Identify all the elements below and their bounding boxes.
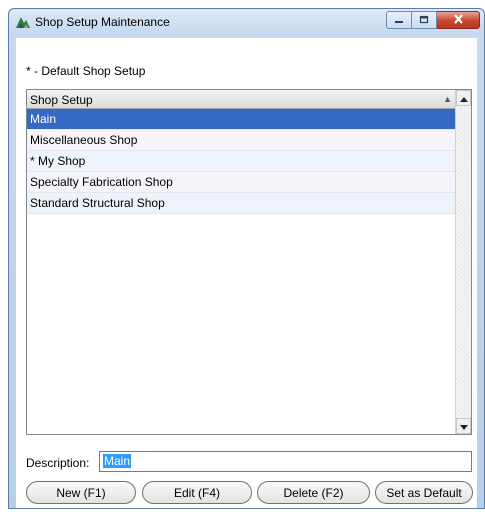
- window-title: Shop Setup Maintenance: [35, 15, 170, 29]
- description-value: Main: [103, 454, 132, 468]
- column-header-shop-setup[interactable]: Shop Setup ▲: [27, 90, 456, 109]
- scroll-up-button[interactable]: [456, 90, 471, 106]
- list-rows: Main Miscellaneous Shop * My Shop Specia…: [27, 109, 456, 214]
- minimize-button[interactable]: [386, 11, 412, 29]
- set-as-default-button[interactable]: Set as Default: [375, 481, 473, 504]
- list-item-specialty-fabrication-shop[interactable]: Specialty Fabrication Shop: [27, 172, 456, 193]
- maximize-icon: [419, 13, 429, 27]
- scroll-down-button[interactable]: [456, 418, 471, 434]
- description-input[interactable]: Main: [99, 451, 472, 472]
- close-icon: [453, 13, 464, 27]
- new-button[interactable]: New (F1): [26, 481, 136, 504]
- caption-buttons: [386, 11, 480, 30]
- list-item-miscellaneous-shop[interactable]: Miscellaneous Shop: [27, 130, 456, 151]
- list-item-main[interactable]: Main: [27, 109, 456, 130]
- shop-setup-window: Shop Setup Maintenance * - Default Shop …: [8, 8, 485, 509]
- shop-setup-list[interactable]: Shop Setup ▲ Main Miscellaneous Shop * M…: [26, 89, 472, 435]
- edit-button[interactable]: Edit (F4): [142, 481, 252, 504]
- dialog-client-area: * - Default Shop Setup Shop Setup ▲ Main…: [16, 38, 477, 508]
- delete-button[interactable]: Delete (F2): [257, 481, 370, 504]
- default-legend: * - Default Shop Setup: [26, 64, 146, 78]
- column-header-label: Shop Setup: [30, 93, 93, 107]
- list-item-standard-structural-shop[interactable]: Standard Structural Shop: [27, 193, 456, 214]
- arrow-down-icon: [459, 419, 468, 433]
- minimize-icon: [394, 13, 404, 27]
- close-button[interactable]: [437, 11, 480, 29]
- title-bar[interactable]: Shop Setup Maintenance: [9, 9, 484, 35]
- shop-setup-app-icon: [15, 15, 31, 29]
- arrow-up-icon: [459, 91, 468, 105]
- sort-ascending-icon: ▲: [443, 94, 452, 104]
- list-item-my-shop[interactable]: * My Shop: [27, 151, 456, 172]
- description-label: Description:: [26, 456, 90, 470]
- vertical-scrollbar[interactable]: [455, 90, 471, 434]
- maximize-button[interactable]: [412, 11, 437, 29]
